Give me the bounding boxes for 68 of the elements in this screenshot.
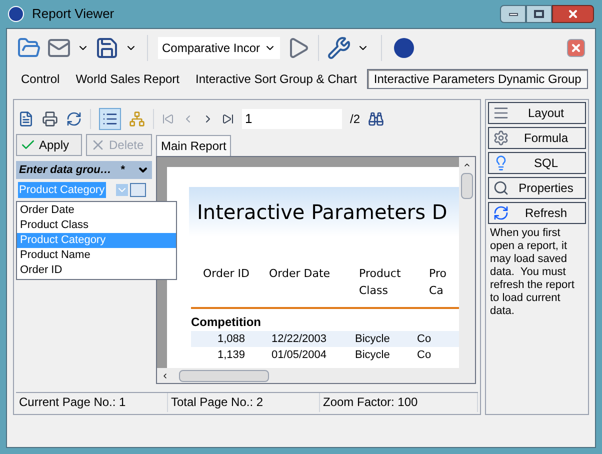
last-page-icon[interactable] [222, 113, 234, 125]
report-tab[interactable]: Main Report [156, 135, 232, 156]
page-total: /2 [350, 111, 360, 128]
scroll-thumb[interactable] [179, 370, 269, 382]
side-button[interactable]: SQL [488, 152, 586, 174]
status-field: Zoom Factor: 100 [320, 393, 478, 412]
table-cell-text: Bicycle [354, 348, 391, 363]
save-icon[interactable] [95, 36, 119, 60]
binoculars-icon[interactable] [368, 111, 384, 127]
table-cell-text: Co [417, 332, 432, 347]
column-header: Product Class [359, 266, 402, 299]
tab[interactable]: Interactive Sort Group & Chart [190, 69, 363, 89]
page-input[interactable]: 1 [242, 109, 342, 129]
list-icon[interactable] [130, 183, 146, 197]
magnifier-icon [493, 180, 509, 196]
report-title: Interactive Parameters D [197, 199, 448, 226]
parameter-header: Enter data grou… * [16, 161, 152, 179]
tools-icon[interactable] [327, 36, 351, 60]
window-title: Report Viewer [32, 5, 114, 24]
gear-icon [493, 130, 509, 146]
dropdown-option[interactable]: Product Class [17, 218, 176, 233]
close-icon [567, 8, 579, 20]
table-cell-text: 12/22/2003 [270, 332, 328, 347]
app-logo-icon [8, 6, 24, 22]
status-field: Current Page No.: 1 [16, 393, 168, 412]
side-button[interactable]: Refresh [488, 202, 586, 224]
side-button[interactable]: Formula [488, 127, 586, 149]
table-cell-text: Bicycle [354, 332, 391, 347]
side-button[interactable]: Properties [488, 177, 586, 199]
vertical-scrollbar[interactable] [459, 157, 475, 368]
table-cell-text: 1,139 [216, 348, 246, 363]
dropdown-option[interactable]: Product Name [17, 248, 176, 263]
dropdown-option[interactable]: Order ID [17, 263, 176, 278]
scroll-up-icon[interactable] [463, 161, 471, 169]
minimize-button[interactable] [500, 5, 526, 23]
column-header: Order Date [269, 266, 332, 282]
help-text: When you first open a report, it may load saved data. You must refresh the report to load current data. [489, 227, 576, 318]
tab[interactable]: World Sales Report [70, 69, 186, 89]
scroll-thumb[interactable] [461, 173, 473, 199]
printer-icon[interactable] [42, 111, 58, 127]
report-combo[interactable]: Comparative Incor [158, 37, 280, 59]
tab[interactable]: Interactive Parameters Dynamic Group [366, 69, 588, 89]
mail-icon[interactable] [47, 36, 71, 60]
export-icon[interactable] [18, 111, 34, 127]
app-logo-icon[interactable] [394, 38, 414, 58]
table-cell-text: 1,088 [216, 332, 246, 347]
apply-button[interactable]: Apply [16, 134, 82, 156]
scroll-left-icon[interactable] [161, 372, 169, 380]
close-button[interactable] [552, 5, 594, 23]
side-button[interactable]: Layout [488, 102, 586, 124]
folder-icon[interactable] [17, 36, 41, 60]
column-header: Pro Ca [429, 266, 448, 299]
table-cell-text: Co [417, 348, 432, 363]
list-icon [102, 111, 118, 127]
close-icon [570, 42, 582, 54]
group-heading: Competition [191, 314, 262, 331]
toggle-panel-button[interactable] [99, 108, 121, 130]
lines-icon [493, 105, 509, 121]
refresh-icon [493, 205, 509, 221]
tab[interactable]: Control [15, 69, 66, 89]
column-header: Order ID [203, 266, 250, 282]
refresh-icon[interactable] [66, 111, 82, 127]
table-cell-text: 01/05/2004 [270, 348, 328, 363]
status-field: Total Page No.: 2 [168, 393, 320, 412]
dropdown-option[interactable]: Order Date [17, 203, 176, 218]
caret-icon [116, 184, 128, 196]
horizontal-scrollbar[interactable] [157, 368, 475, 383]
maximize-button[interactable] [526, 5, 552, 23]
